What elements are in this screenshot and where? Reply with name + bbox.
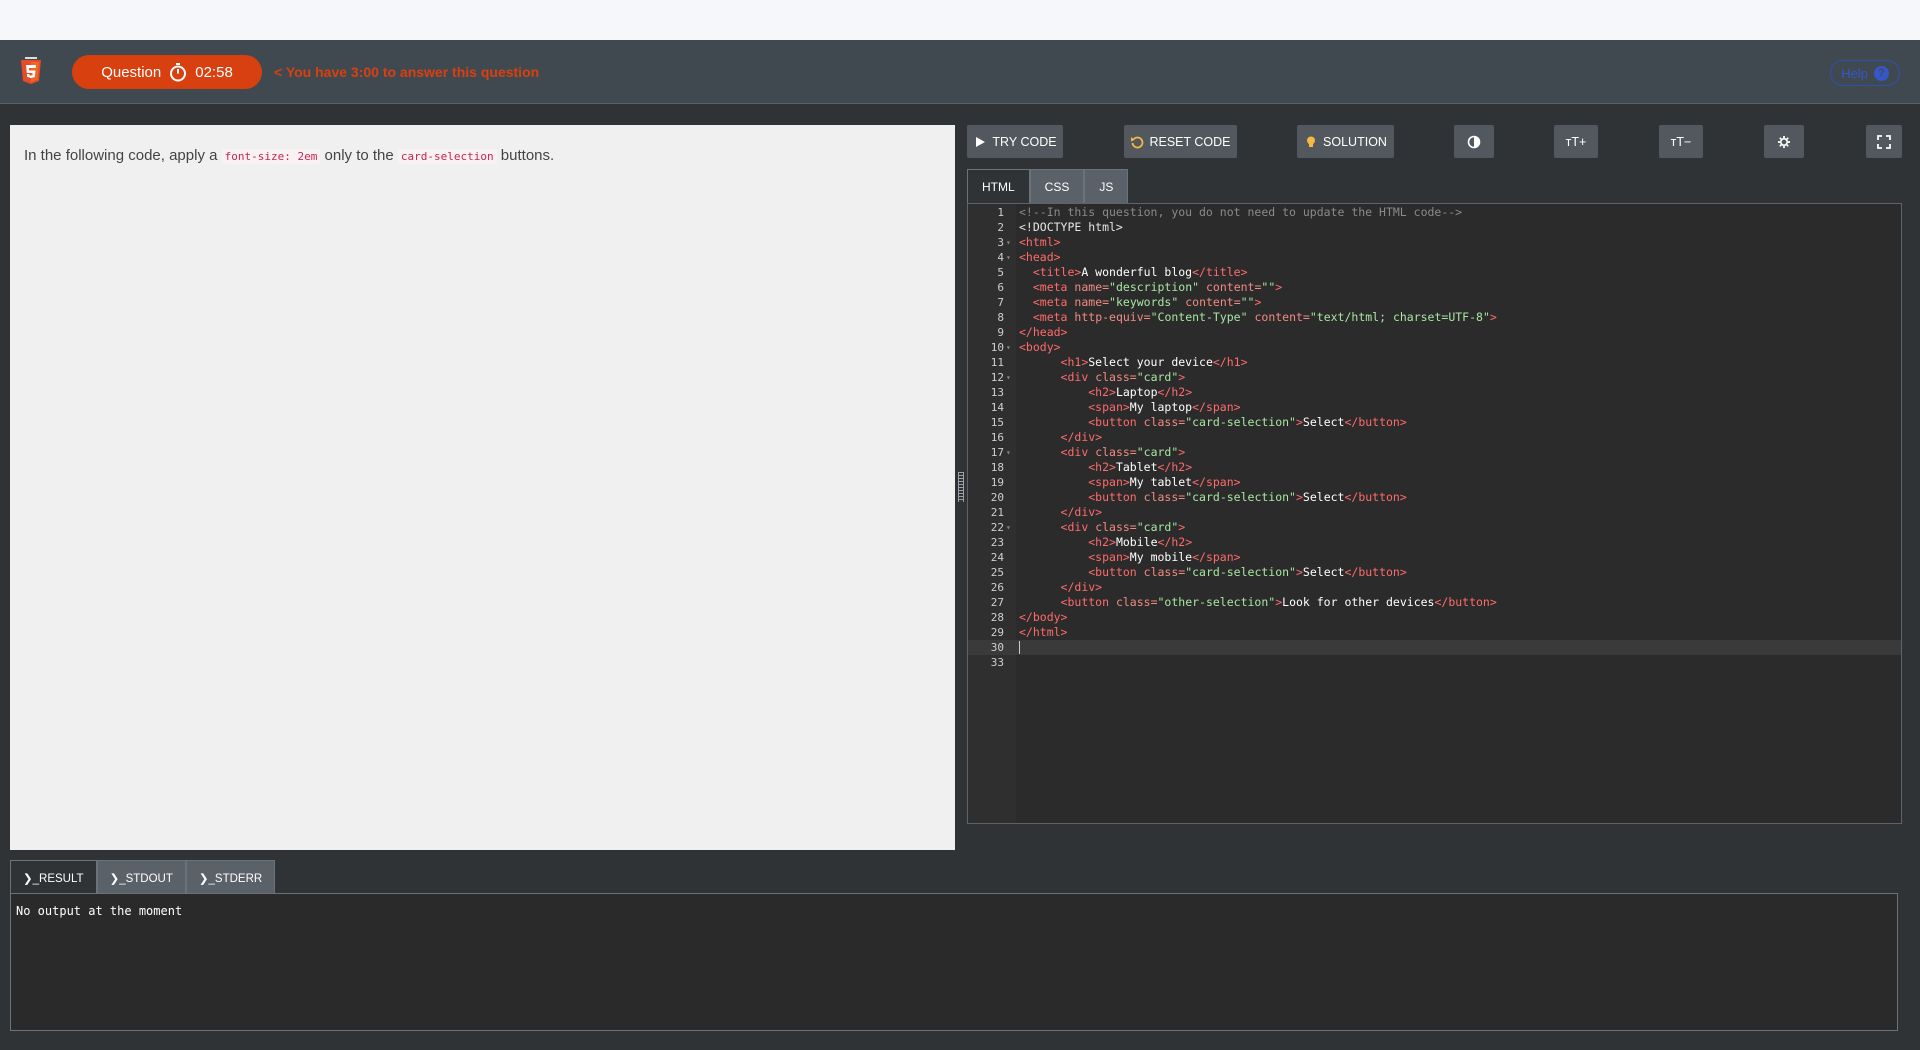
code-line: 29 </html> (990, 625, 1068, 639)
code-line: 5 <title>A wonderful blog</title> (997, 265, 1248, 279)
code-line: 27 <button class="other-selection">Look … (990, 595, 1497, 609)
help-label: Help (1841, 65, 1868, 81)
code-line: 33 (990, 656, 1004, 669)
code-line: 12 ▾ <div class="card"> (990, 370, 1186, 384)
expand-icon (1877, 134, 1891, 149)
code-line: 24 <span>My mobile</span> (990, 550, 1241, 564)
time-limit-note: < You have 3:00 to answer this question (274, 64, 540, 80)
instruction-code-font-size: font-size: 2em (221, 149, 321, 164)
tab-js[interactable]: JS (1084, 169, 1129, 204)
editor-toolbar: TRY CODE RESET CODE SOLUTION ᴛT+ ᴛT− (967, 125, 1902, 158)
solution-button[interactable]: SOLUTION (1297, 125, 1394, 158)
code-line: 23 <h2>Mobile</h2> (990, 535, 1193, 549)
header-bar: Question 02:58 < You have 3:00 to answer… (0, 40, 1920, 104)
instruction-text-2: only to the (320, 147, 398, 164)
instruction-code-card-selection: card-selection (397, 149, 497, 164)
code-line: 8 <meta http-equiv="Content-Type" conten… (997, 310, 1497, 324)
code-line: 1 <!--In this question, you do not need t… (997, 205, 1463, 219)
code-line-active[interactable]: 30 (968, 640, 1901, 655)
tab-css[interactable]: CSS (1029, 169, 1085, 204)
settings-button[interactable] (1764, 125, 1804, 158)
code-line: 10 ▾ <body> (990, 340, 1061, 354)
code-line: 14 <span>My laptop</span> (990, 400, 1241, 414)
text-cursor (1019, 641, 1020, 654)
code-line: 15 <button class="card-selection">Select… (990, 415, 1407, 429)
editor-tabs: HTML CSS JS (967, 169, 1129, 204)
reset-code-button[interactable]: RESET CODE (1124, 125, 1237, 158)
fullscreen-button[interactable] (1866, 125, 1902, 158)
question-mark-icon: ? (1874, 65, 1889, 81)
gear-icon (1778, 135, 1790, 148)
code-line: 2 <!DOCTYPE html> (997, 220, 1123, 234)
font-decrease-icon: ᴛT− (1670, 134, 1692, 149)
code-lines: 1 <!--In this question, you do not need t… (968, 204, 1901, 670)
code-line: 26 </div> (990, 580, 1103, 594)
code-line: 21 </div> (990, 505, 1103, 519)
instruction-panel: In the following code, apply a font-size… (10, 125, 955, 850)
timer-value: 02:58 (195, 63, 233, 81)
reset-icon (1131, 136, 1144, 148)
code-line: 7 <meta name="keywords" content=""> (997, 295, 1262, 309)
code-line: 19 <span>My tablet</span> (990, 475, 1241, 489)
code-line: 22 ▾ <div class="card"> (990, 520, 1186, 534)
output-text: No output at the moment (16, 904, 183, 918)
code-line: 6 <meta name="description" content=""> (997, 280, 1283, 294)
panel-resize-handle[interactable] (958, 472, 964, 502)
question-timer-badge: Question 02:58 (72, 55, 262, 89)
code-line: 3 ▾ <html> (997, 235, 1061, 249)
instruction-text-1: In the following code, apply a (24, 147, 222, 164)
play-icon (976, 136, 986, 147)
theme-toggle-button[interactable] (1454, 125, 1494, 158)
lightbulb-icon (1307, 136, 1316, 147)
code-line: 16 </div> (990, 430, 1103, 444)
help-button[interactable]: Help ? (1830, 60, 1900, 86)
code-line: 18 <h2>Tablet</h2> (990, 460, 1193, 474)
tab-stderr[interactable]: ❯_STDERR (185, 860, 276, 894)
tab-html[interactable]: HTML (967, 169, 1030, 204)
html5-logo-icon (21, 57, 41, 84)
stopwatch-icon (170, 63, 187, 82)
font-increase-icon: ᴛT+ (1565, 134, 1587, 149)
try-code-label: TRY CODE (992, 134, 1057, 149)
tab-result[interactable]: ❯_RESULT (10, 860, 97, 894)
font-decrease-button[interactable]: ᴛT− (1659, 125, 1703, 158)
contrast-icon (1467, 135, 1481, 148)
code-line: 17 ▾ <div class="card"> (990, 445, 1186, 459)
code-line: 25 <button class="card-selection">Select… (990, 565, 1407, 579)
try-code-button[interactable]: TRY CODE (967, 125, 1063, 158)
code-line: 11 <h1>Select your device</h1> (990, 355, 1248, 369)
code-line: 28 </body> (990, 610, 1068, 624)
output-tabs: ❯_RESULT ❯_STDOUT ❯_STDERR (10, 860, 276, 894)
question-instruction: In the following code, apply a font-size… (24, 145, 941, 168)
reset-code-label: RESET CODE (1149, 134, 1231, 149)
code-line: 4 ▾ <head> (997, 250, 1061, 264)
code-line: 20 <button class="card-selection">Select… (990, 490, 1407, 504)
instruction-text-3: buttons. (496, 147, 555, 164)
browser-top-strip (0, 0, 1920, 40)
output-console: No output at the moment (10, 893, 1898, 1031)
question-label: Question (101, 63, 162, 81)
solution-label: SOLUTION (1323, 134, 1387, 149)
code-line: 13 <h2>Laptop</h2> (990, 385, 1193, 399)
code-line: 9 </head> (997, 325, 1068, 339)
code-editor[interactable]: 1 <!--In this question, you do not need t… (967, 203, 1902, 824)
tab-stdout[interactable]: ❯_STDOUT (96, 860, 186, 894)
font-increase-button[interactable]: ᴛT+ (1554, 125, 1598, 158)
